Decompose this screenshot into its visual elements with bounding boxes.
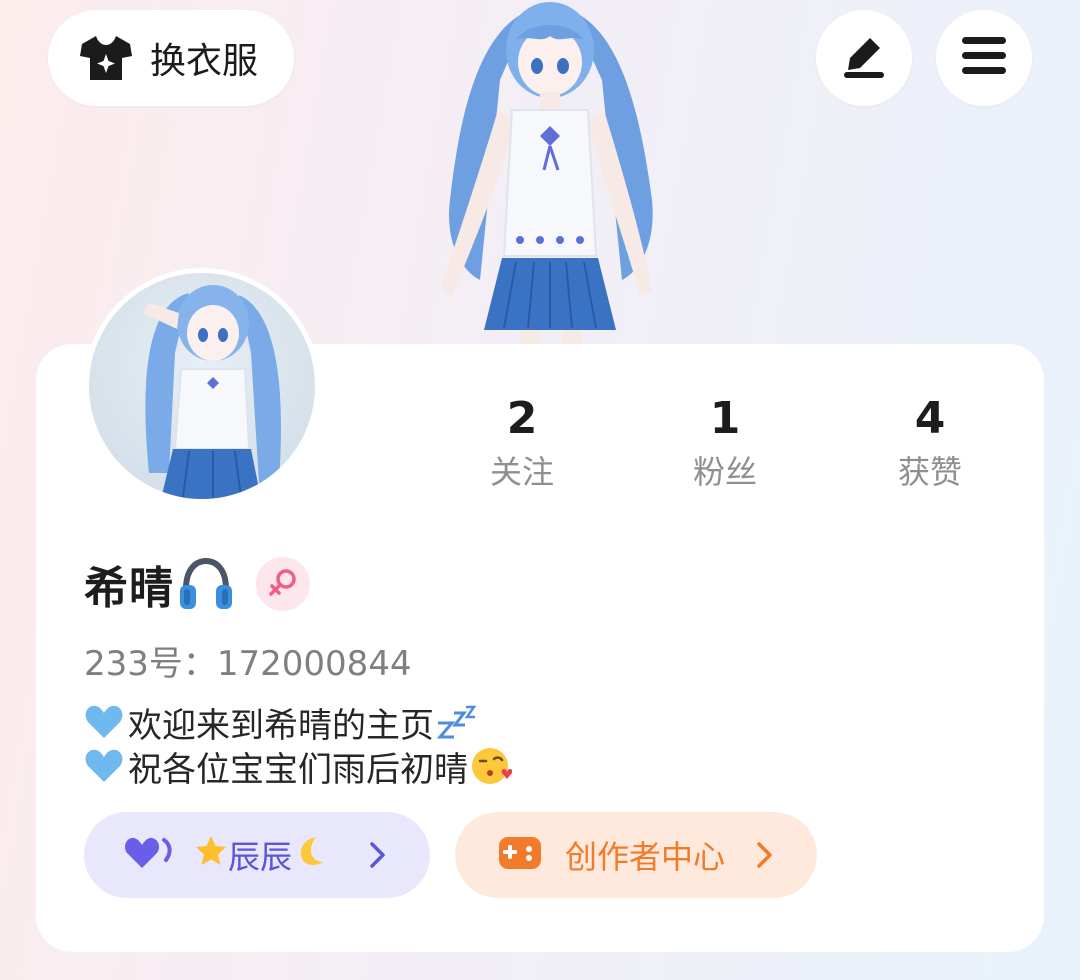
menu-button[interactable] xyxy=(936,10,1032,106)
change-outfit-button[interactable]: 换衣服 xyxy=(48,10,294,106)
bio: 欢迎来到希晴的主页 祝各位宝宝们雨后初晴 xyxy=(84,700,514,790)
fans-count: 1 xyxy=(709,393,741,444)
change-outfit-label: 换衣服 xyxy=(150,41,259,82)
fan-club-button[interactable]: 辰辰 xyxy=(84,812,430,898)
avatar-character-3d[interactable] xyxy=(420,0,680,348)
creator-center-label: 创作者中心 xyxy=(565,838,726,876)
blue-heart-icon xyxy=(84,701,126,743)
bio-line: 欢迎来到希晴的主页 xyxy=(84,700,514,746)
gamepad-icon xyxy=(497,833,543,877)
stat-following[interactable]: 2 关注 xyxy=(442,392,602,492)
bio-text-2: 祝各位宝宝们雨后初晴 xyxy=(128,749,468,790)
bio-line: 祝各位宝宝们雨后初晴 xyxy=(84,744,514,790)
stat-likes[interactable]: 4 获赞 xyxy=(850,392,1010,492)
fans-label: 粉丝 xyxy=(692,453,757,491)
pen-icon xyxy=(840,32,888,84)
likes-count: 4 xyxy=(914,393,946,444)
chevron-right-icon xyxy=(368,838,388,876)
star-icon xyxy=(194,834,228,876)
edit-profile-button[interactable] xyxy=(816,10,912,106)
hamburger-menu-icon xyxy=(960,35,1008,81)
chevron-right-icon xyxy=(755,838,775,876)
bio-text-1: 欢迎来到希晴的主页 xyxy=(128,705,434,746)
kiss-face-icon xyxy=(470,744,514,788)
headphones-icon xyxy=(178,555,236,613)
double-heart-icon xyxy=(124,836,174,874)
crescent-moon-icon xyxy=(292,834,326,876)
name-row: 希晴 xyxy=(84,552,310,616)
likes-label: 获赞 xyxy=(897,453,962,491)
stat-fans[interactable]: 1 粉丝 xyxy=(645,392,805,492)
blue-heart-icon xyxy=(84,745,126,787)
fan-club-label: 辰辰 xyxy=(228,838,293,876)
user-name: 希晴 xyxy=(84,563,174,614)
fan-club-label-group: 辰辰 xyxy=(194,832,326,878)
creator-center-button[interactable]: 创作者中心 xyxy=(455,812,817,898)
avatar-image xyxy=(89,273,315,499)
avatar[interactable] xyxy=(84,268,320,504)
zzz-icon xyxy=(436,700,480,744)
following-count: 2 xyxy=(506,393,538,444)
tshirt-sparkle-icon xyxy=(78,33,136,83)
user-id[interactable]: 233号：172000844 xyxy=(84,636,412,685)
gender-female-badge xyxy=(256,557,310,611)
female-symbol-icon xyxy=(267,566,299,602)
following-label: 关注 xyxy=(489,453,554,491)
